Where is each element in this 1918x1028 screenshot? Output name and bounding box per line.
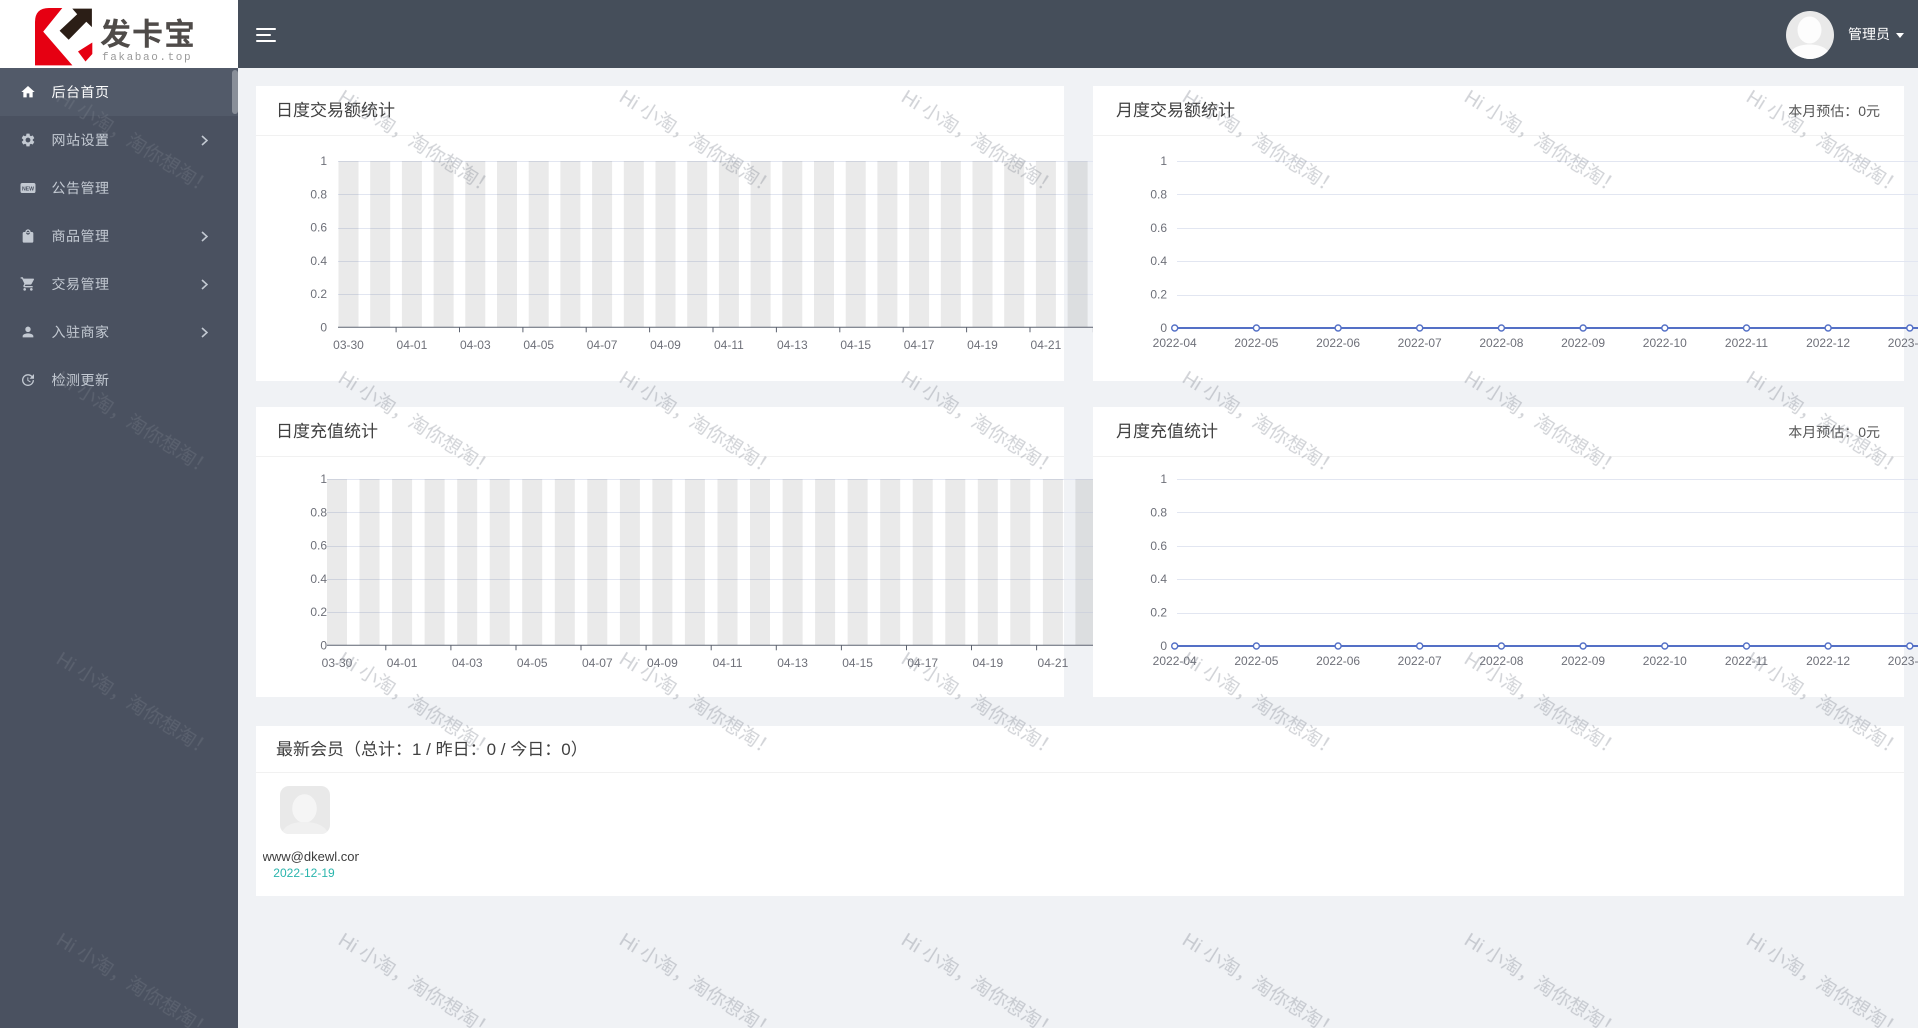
svg-text:0: 0: [320, 638, 327, 652]
svg-text:2022-08: 2022-08: [1479, 336, 1523, 350]
svg-text:0.6: 0.6: [1150, 539, 1167, 553]
svg-text:2023-01: 2023-01: [1888, 654, 1918, 668]
svg-text:2022-05: 2022-05: [1234, 336, 1278, 350]
svg-text:2022-09: 2022-09: [1561, 336, 1605, 350]
svg-text:2022-11: 2022-11: [1725, 336, 1768, 350]
svg-text:0: 0: [1160, 639, 1167, 653]
svg-text:2022-06: 2022-06: [1316, 654, 1360, 668]
svg-text:0.6: 0.6: [310, 221, 327, 235]
svg-text:0.4: 0.4: [310, 254, 327, 268]
svg-text:0.2: 0.2: [1150, 288, 1167, 302]
svg-text:04-19: 04-19: [972, 656, 1003, 670]
svg-text:2022-10: 2022-10: [1643, 654, 1687, 668]
svg-text:04-21: 04-21: [1031, 338, 1062, 352]
svg-text:0.6: 0.6: [310, 539, 327, 553]
svg-text:2022-10: 2022-10: [1643, 336, 1687, 350]
svg-text:0.8: 0.8: [310, 505, 327, 519]
svg-text:04-03: 04-03: [452, 656, 483, 670]
svg-text:04-15: 04-15: [842, 656, 873, 670]
svg-text:2022-12: 2022-12: [1806, 336, 1850, 350]
svg-text:2023-01: 2023-01: [1888, 336, 1918, 350]
svg-text:04-09: 04-09: [647, 656, 678, 670]
svg-text:0.4: 0.4: [1150, 254, 1167, 268]
svg-text:2022-04: 2022-04: [1153, 654, 1197, 668]
svg-text:04-07: 04-07: [582, 656, 613, 670]
svg-text:0.2: 0.2: [310, 605, 327, 619]
svg-text:0.6: 0.6: [1150, 221, 1167, 235]
svg-text:04-19: 04-19: [967, 338, 998, 352]
svg-text:04-05: 04-05: [517, 656, 548, 670]
svg-text:1: 1: [320, 154, 327, 168]
svg-text:0.2: 0.2: [1150, 606, 1167, 620]
svg-text:2022-05: 2022-05: [1234, 654, 1278, 668]
svg-text:2022-07: 2022-07: [1398, 654, 1442, 668]
svg-text:04-11: 04-11: [714, 338, 744, 352]
svg-text:04-13: 04-13: [777, 338, 808, 352]
svg-text:04-11: 04-11: [713, 656, 743, 670]
svg-text:04-01: 04-01: [397, 338, 428, 352]
svg-text:2022-11: 2022-11: [1725, 654, 1768, 668]
svg-text:04-17: 04-17: [904, 338, 935, 352]
svg-text:04-05: 04-05: [523, 338, 554, 352]
svg-text:0.8: 0.8: [310, 187, 327, 201]
svg-text:2022-04: 2022-04: [1153, 336, 1197, 350]
svg-text:NEW: NEW: [22, 187, 34, 193]
svg-text:1: 1: [1160, 154, 1167, 168]
svg-text:0.8: 0.8: [1150, 505, 1167, 519]
svg-text:04-13: 04-13: [777, 656, 808, 670]
svg-text:04-07: 04-07: [587, 338, 618, 352]
svg-text:1: 1: [320, 472, 327, 486]
svg-text:0.4: 0.4: [1150, 572, 1167, 586]
svg-text:2022-08: 2022-08: [1479, 654, 1523, 668]
svg-text:04-01: 04-01: [387, 656, 418, 670]
svg-text:0.2: 0.2: [310, 287, 327, 301]
svg-text:03-30: 03-30: [333, 338, 364, 352]
svg-text:1: 1: [1160, 472, 1167, 486]
svg-text:0.4: 0.4: [310, 572, 327, 586]
svg-text:04-09: 04-09: [650, 338, 681, 352]
svg-text:2022-06: 2022-06: [1316, 336, 1360, 350]
svg-text:03-30: 03-30: [322, 656, 353, 670]
svg-text:0: 0: [320, 320, 327, 334]
svg-text:04-17: 04-17: [907, 656, 938, 670]
svg-text:04-03: 04-03: [460, 338, 491, 352]
svg-text:0.8: 0.8: [1150, 187, 1167, 201]
svg-text:04-21: 04-21: [1038, 656, 1069, 670]
svg-text:2022-07: 2022-07: [1398, 336, 1442, 350]
svg-text:0: 0: [1160, 321, 1167, 335]
svg-text:04-15: 04-15: [840, 338, 871, 352]
svg-text:2022-12: 2022-12: [1806, 654, 1850, 668]
svg-text:2022-09: 2022-09: [1561, 654, 1605, 668]
